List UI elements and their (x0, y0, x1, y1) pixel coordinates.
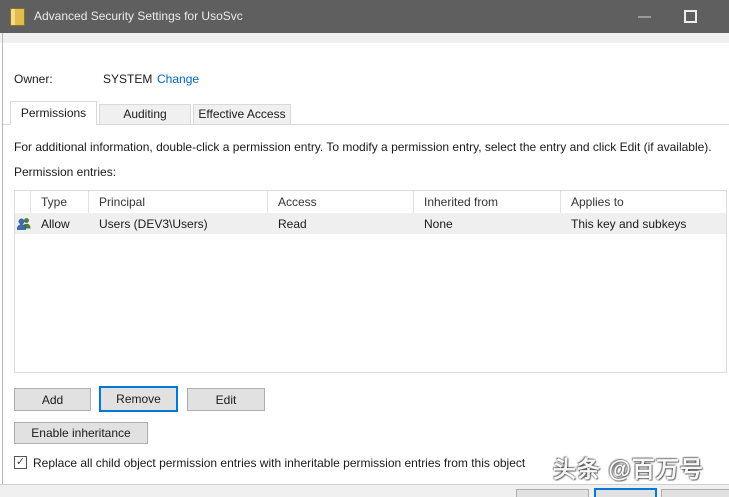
table-header: Type Principal Access Inherited from App… (15, 191, 726, 213)
window-left-border (2, 33, 3, 497)
remove-button[interactable]: Remove (99, 386, 178, 412)
table-row[interactable]: Allow Users (DEV3\Users) Read None This … (15, 213, 726, 234)
permission-entries-label: Permission entries: (14, 165, 116, 179)
window-icon (10, 8, 25, 26)
checkmark-icon: ✓ (16, 456, 25, 468)
column-header-access[interactable]: Access (268, 191, 414, 213)
minimize-icon[interactable] (638, 16, 651, 18)
advanced-security-settings-dialog: Advanced Security Settings for UsoSvc Ow… (0, 0, 729, 497)
cell-type: Allow (31, 217, 89, 231)
window-title: Advanced Security Settings for UsoSvc (34, 9, 243, 23)
cell-access: Read (268, 217, 414, 231)
permissions-instructions: For additional information, double-click… (14, 140, 712, 154)
bottom-button-2[interactable] (594, 488, 657, 497)
window-frame-strip (0, 33, 729, 43)
column-header-applies-to[interactable]: Applies to (561, 191, 726, 213)
maximize-icon[interactable] (684, 10, 697, 23)
cell-applies-to: This key and subkeys (561, 217, 726, 231)
owner-label: Owner: (14, 72, 53, 86)
column-header-type[interactable]: Type (31, 191, 89, 213)
title-bar: Advanced Security Settings for UsoSvc (0, 0, 729, 33)
cell-principal: Users (DEV3\Users) (89, 217, 268, 231)
permission-entries-table: Type Principal Access Inherited from App… (14, 190, 727, 373)
tab-effective-access[interactable]: Effective Access (193, 104, 291, 125)
replace-permissions-checkbox[interactable]: ✓ (14, 456, 27, 469)
bottom-button-3[interactable] (661, 489, 729, 497)
add-button[interactable]: Add (14, 388, 91, 411)
tab-auditing[interactable]: Auditing (99, 104, 191, 125)
watermark-text: 头条 @百万号 (553, 450, 704, 484)
edit-button[interactable]: Edit (187, 388, 265, 411)
enable-inheritance-button[interactable]: Enable inheritance (14, 422, 148, 444)
tab-permissions[interactable]: Permissions (10, 101, 97, 125)
owner-value: SYSTEM (103, 72, 152, 86)
column-header-inherited-from[interactable]: Inherited from (414, 191, 561, 213)
replace-permissions-label: Replace all child object permission entr… (33, 456, 525, 470)
cell-inherited-from: None (414, 217, 561, 231)
users-group-icon (15, 215, 31, 232)
bottom-button-1[interactable] (516, 489, 589, 497)
change-owner-link[interactable]: Change (157, 72, 199, 86)
column-header-icon[interactable] (15, 191, 31, 213)
column-header-principal[interactable]: Principal (89, 191, 268, 213)
